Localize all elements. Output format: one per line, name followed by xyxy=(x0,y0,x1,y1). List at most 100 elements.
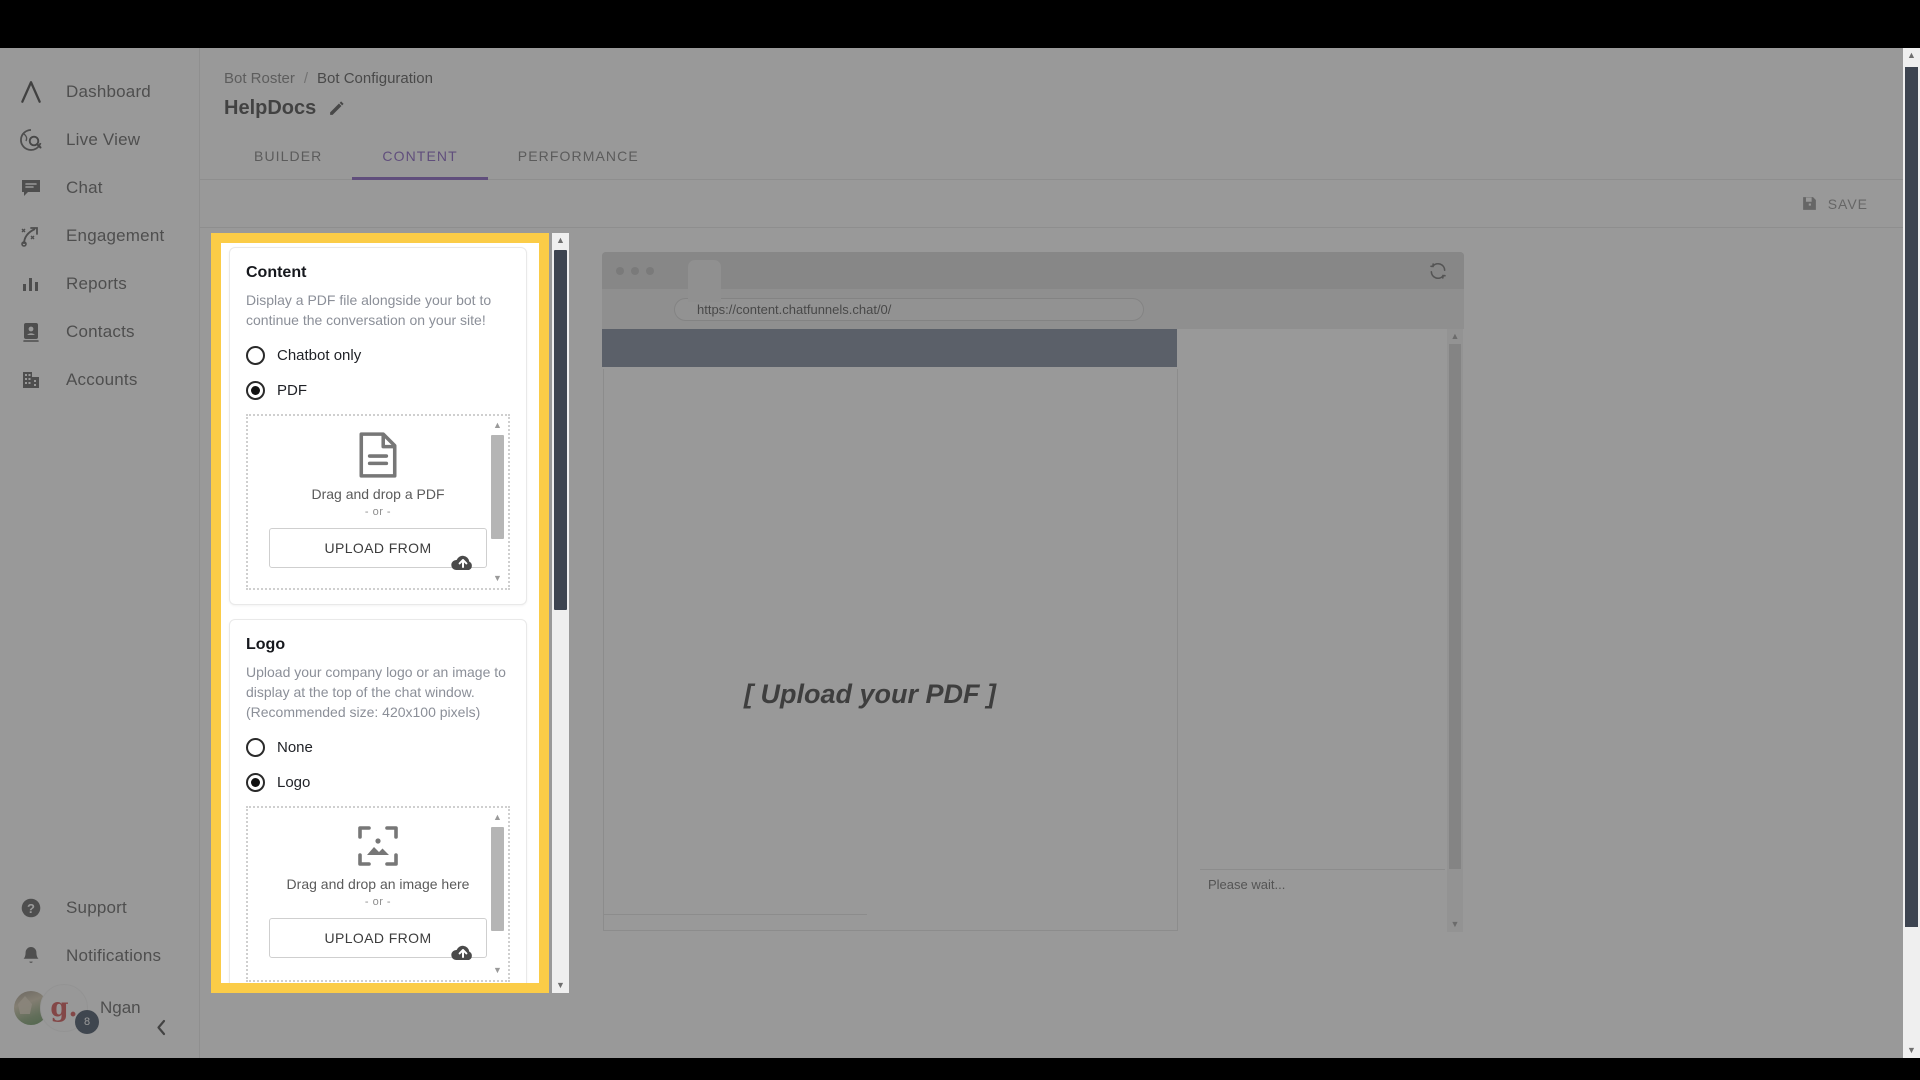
tab-performance[interactable]: PERFORMANCE xyxy=(488,134,669,179)
edit-pencil-icon[interactable] xyxy=(328,100,345,117)
breadcrumb-current: Bot Configuration xyxy=(317,70,433,87)
sidebar-item-label: Dashboard xyxy=(66,82,151,101)
logo-settings-card: Logo Upload your company logo or an imag… xyxy=(229,619,527,983)
sidebar-item-notifications[interactable]: Notifications xyxy=(0,932,200,980)
configuration-body: ▲ ▼ Content Display a PDF file alongside… xyxy=(200,228,1920,1038)
radio-icon-selected[interactable] xyxy=(246,381,265,400)
chat-preview-column: Please wait... xyxy=(1200,369,1445,931)
sidebar-item-label: Support xyxy=(66,898,127,917)
scroll-down-arrow-icon[interactable]: ▼ xyxy=(1907,1043,1916,1058)
pdf-upload-button[interactable]: UPLOAD FROM xyxy=(269,528,487,570)
logo-dropzone-scrollbar[interactable]: ▲ ▼ xyxy=(489,810,506,978)
bell-icon xyxy=(14,944,48,968)
scroll-up-arrow-icon[interactable]: ▲ xyxy=(493,418,502,433)
browser-chrome-bar xyxy=(602,252,1464,302)
sidebar-item-dashboard[interactable]: Dashboard xyxy=(0,68,199,116)
save-button-label: SAVE xyxy=(1827,195,1868,212)
scroll-down-arrow-icon[interactable]: ▼ xyxy=(493,571,502,586)
radio-logo[interactable]: Logo xyxy=(246,773,510,792)
user-profile-row[interactable]: g. 8 Ngan xyxy=(0,980,200,1036)
pdf-footer-divider xyxy=(603,914,867,915)
breadcrumb: Bot Roster / Bot Configuration xyxy=(200,48,1920,87)
sidebar-item-chat[interactable]: Chat xyxy=(0,164,199,212)
logo-card-description: Upload your company logo or an image to … xyxy=(246,664,506,720)
window-control-dots xyxy=(616,266,654,275)
radio-pdf[interactable]: PDF xyxy=(246,381,510,400)
letterbox-bottom xyxy=(0,1058,1920,1080)
logo-dropzone[interactable]: Drag and drop an image here - or - UPLOA… xyxy=(246,806,510,982)
screen-root: Dashboard Live View Chat Engagement Repo… xyxy=(0,0,1920,1080)
browser-url-bar: https://content.chatfunnels.chat/0/ xyxy=(602,289,1464,329)
scroll-up-arrow-icon[interactable]: ▲ xyxy=(1907,48,1916,63)
radio-icon[interactable] xyxy=(246,346,265,365)
svg-text:?: ? xyxy=(27,901,35,916)
config-scroll-container: Content Display a PDF file alongside you… xyxy=(221,243,539,983)
scrollbar-thumb[interactable] xyxy=(1905,67,1918,927)
save-button[interactable]: SAVE xyxy=(1801,195,1868,212)
reports-bar-chart-icon xyxy=(14,272,48,296)
browser-viewport-scrollbar[interactable]: ▲ ▼ xyxy=(1447,329,1463,932)
sidebar-item-engagement[interactable]: Engagement xyxy=(0,212,199,260)
pdf-dropzone-scrollbar[interactable]: ▲ ▼ xyxy=(489,418,506,586)
scrollbar-thumb[interactable] xyxy=(491,435,504,539)
scrollbar-track[interactable] xyxy=(554,248,567,978)
pdf-dropzone[interactable]: Drag and drop a PDF - or - UPLOAD FROM ▲… xyxy=(246,414,510,590)
sidebar-item-label: Chat xyxy=(66,178,103,197)
notification-count-badge: 8 xyxy=(75,1010,99,1034)
refresh-icon[interactable] xyxy=(1428,261,1448,281)
pdf-placeholder-text: [ Upload your PDF ] xyxy=(744,679,996,709)
scroll-down-arrow-icon[interactable]: ▼ xyxy=(556,978,565,993)
scrollbar-track[interactable] xyxy=(491,825,504,963)
sidebar-item-support[interactable]: ? Support xyxy=(0,884,200,932)
live-view-icon xyxy=(14,128,48,152)
browser-tab-stub[interactable] xyxy=(688,260,721,302)
scrollbar-track[interactable] xyxy=(1449,344,1461,917)
sidebar-item-accounts[interactable]: Accounts xyxy=(0,356,199,404)
save-disk-icon xyxy=(1801,195,1818,212)
browser-viewport: [ Upload your PDF ] Please wait... ▲ ▼ xyxy=(602,329,1464,932)
accounts-building-icon xyxy=(14,368,48,392)
sidebar-item-label: Contacts xyxy=(66,322,135,341)
breadcrumb-separator: / xyxy=(303,70,309,87)
radio-icon-selected[interactable] xyxy=(246,773,265,792)
pdf-upload-button-label: UPLOAD FROM xyxy=(324,540,432,556)
main-content-area: Bot Roster / Bot Configuration HelpDocs … xyxy=(200,48,1920,1058)
breadcrumb-parent[interactable]: Bot Roster xyxy=(224,70,295,87)
image-placeholder-icon xyxy=(356,824,400,868)
contacts-card-icon xyxy=(14,320,48,344)
page-scrollbar[interactable]: ▲ ▼ xyxy=(1903,48,1920,1058)
sidebar-item-reports[interactable]: Reports xyxy=(0,260,199,308)
content-card-title: Content xyxy=(246,264,307,281)
scrollbar-track[interactable] xyxy=(491,433,504,571)
url-field[interactable]: https://content.chatfunnels.chat/0/ xyxy=(674,297,1144,321)
logo-upload-button[interactable]: UPLOAD FROM xyxy=(269,918,487,960)
scroll-up-arrow-icon[interactable]: ▲ xyxy=(493,810,502,825)
radio-label: PDF xyxy=(277,382,307,399)
scrollbar-thumb[interactable] xyxy=(491,827,504,931)
scrollbar-track[interactable] xyxy=(1905,63,1918,1043)
scroll-up-arrow-icon[interactable]: ▲ xyxy=(556,233,565,248)
tab-content[interactable]: CONTENT xyxy=(352,134,489,180)
scroll-up-arrow-icon[interactable]: ▲ xyxy=(1451,329,1460,344)
logo-card-title: Logo xyxy=(246,636,286,653)
cloud-upload-icon xyxy=(450,941,476,963)
sidebar-item-contacts[interactable]: Contacts xyxy=(0,308,199,356)
radio-logo-none[interactable]: None xyxy=(246,738,510,757)
page-title: HelpDocs xyxy=(224,97,317,119)
logo-upload-button-label: UPLOAD FROM xyxy=(324,930,432,946)
scroll-down-arrow-icon[interactable]: ▼ xyxy=(493,963,502,978)
scroll-down-arrow-icon[interactable]: ▼ xyxy=(1451,917,1460,932)
radio-icon[interactable] xyxy=(246,738,265,757)
action-toolbar: SAVE xyxy=(200,180,1920,228)
pdf-dropzone-text: Drag and drop a PDF xyxy=(311,486,445,502)
collapse-sidebar-button[interactable] xyxy=(146,1012,176,1042)
scrollbar-thumb[interactable] xyxy=(1449,344,1461,869)
radio-chatbot-only[interactable]: Chatbot only xyxy=(246,346,510,365)
sidebar-item-live-view[interactable]: Live View xyxy=(0,116,199,164)
tab-builder[interactable]: BUILDER xyxy=(224,134,352,179)
sidebar-item-label: Engagement xyxy=(66,226,165,245)
config-panel-scrollbar[interactable]: ▲ ▼ xyxy=(552,233,569,993)
scrollbar-thumb[interactable] xyxy=(554,250,567,610)
radio-label: Logo xyxy=(277,774,311,791)
sidebar: Dashboard Live View Chat Engagement Repo… xyxy=(0,48,200,1058)
